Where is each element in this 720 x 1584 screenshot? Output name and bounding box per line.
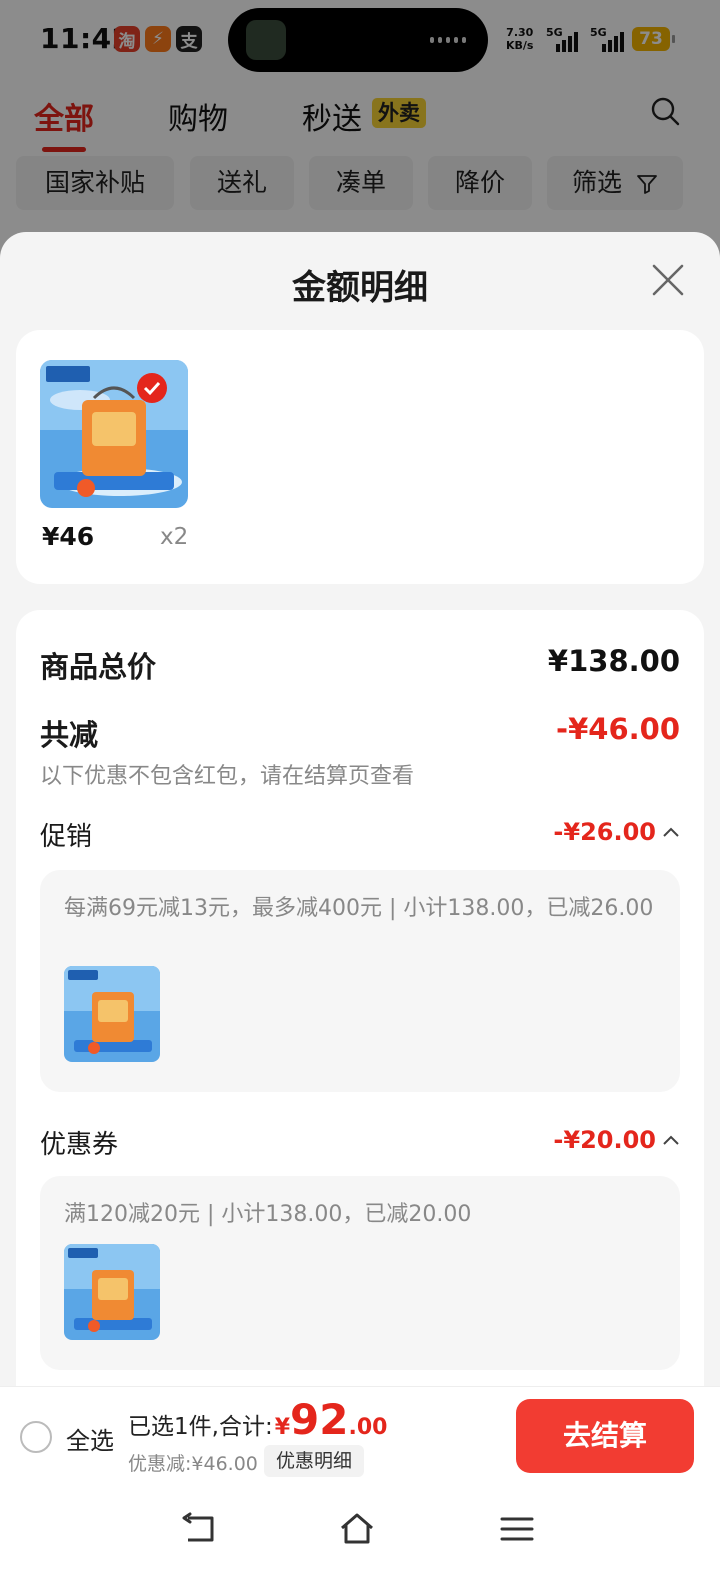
coupon-desc: 满120减20元 | 小计138.00，已减20.00	[64, 1202, 472, 1227]
red-packet-note: 以下优惠不包含红包，请在结算页查看	[40, 764, 415, 789]
promotion-product-thumb	[64, 966, 160, 1062]
total-amount-integer: 92	[290, 1395, 349, 1444]
chevron-up-icon	[663, 1135, 679, 1145]
close-icon[interactable]	[650, 262, 686, 298]
goods-quantity: x2	[160, 524, 189, 550]
home-icon[interactable]	[338, 1510, 376, 1548]
select-all-label[interactable]: 全选	[66, 1421, 114, 1456]
discount-detail-button[interactable]: 优惠明细	[264, 1445, 365, 1477]
menu-icon[interactable]	[498, 1510, 536, 1548]
selected-count-text: 已选1件,合计:	[128, 1414, 273, 1440]
coupon-value: -¥20.00	[553, 1126, 656, 1154]
chevron-up-icon	[663, 827, 679, 837]
selected-summary: 已选1件,合计: ¥ 92 .00	[128, 1399, 387, 1441]
select-all-radio[interactable]	[20, 1421, 52, 1453]
coupon-toggle[interactable]: -¥20.00	[553, 1126, 680, 1154]
discount-text: 优惠减:¥46.00	[128, 1453, 258, 1475]
system-nav-bar	[0, 1486, 720, 1584]
promotion-value: -¥26.00	[553, 818, 656, 846]
goods-price: ¥46	[42, 522, 95, 551]
promotion-desc: 每满69元减13元，最多减400元 | 小计138.00，已减26.00	[64, 896, 654, 921]
sheet-title: 金额明细	[292, 268, 428, 308]
product-image[interactable]	[40, 360, 188, 508]
total-price-value: ¥138.00	[547, 644, 680, 678]
promotion-toggle[interactable]: -¥26.00	[553, 818, 680, 846]
back-icon[interactable]	[180, 1510, 218, 1548]
promotion-detail-box: 每满69元减13元，最多减400元 | 小计138.00，已减26.00	[40, 870, 680, 1092]
total-reduction-value: -¥46.00	[556, 712, 680, 746]
amount-detail-sheet: 金额明细 ¥46 x2 商品总价 ¥138.00 共减 -¥46.00 以下优惠…	[0, 232, 720, 1584]
checkout-bar: 全选 已选1件,合计: ¥ 92 .00 优惠减:¥46.00 优惠明细 去结算	[0, 1386, 720, 1486]
coupon-detail-box: 满120减20元 | 小计138.00，已减20.00	[40, 1176, 680, 1370]
checkout-button[interactable]: 去结算	[516, 1399, 694, 1473]
total-amount-decimal: .00	[348, 1415, 388, 1440]
selected-goods-card: ¥46 x2	[16, 330, 704, 584]
coupon-product-thumb	[64, 1244, 160, 1340]
total-currency: ¥	[274, 1415, 291, 1440]
